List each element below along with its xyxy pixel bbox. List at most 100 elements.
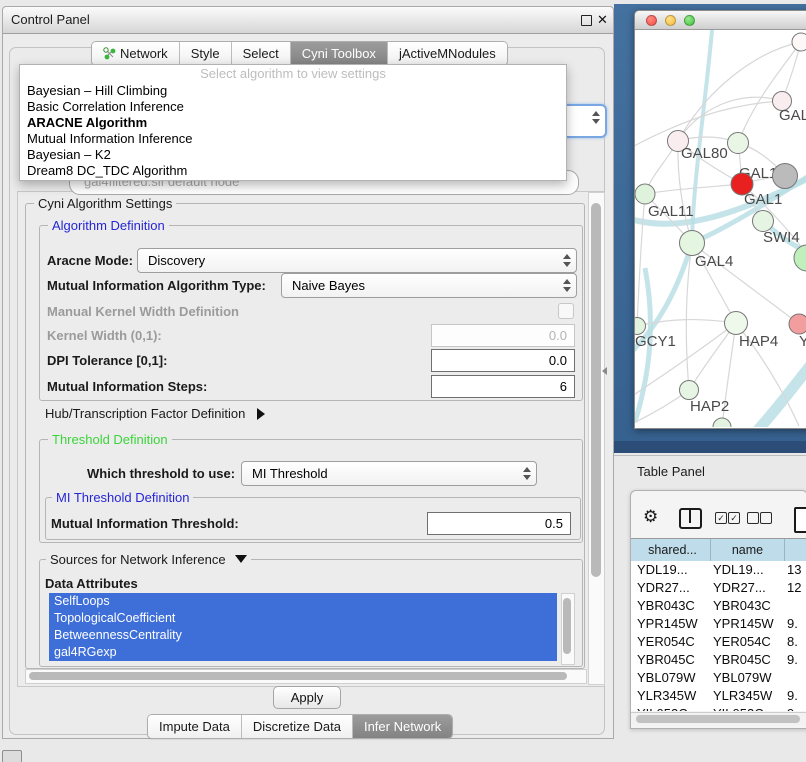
scrollbar-thumb[interactable] (636, 715, 800, 723)
settings-vertical-scrollbar[interactable] (588, 192, 605, 685)
network-icon (103, 47, 116, 60)
aracne-mode-combo[interactable]: Discovery (137, 248, 577, 273)
sources-group-header[interactable]: Sources for Network Inference (46, 552, 251, 567)
table-cell: 9. (787, 615, 798, 633)
deselect-all-checkbox-icon[interactable] (747, 512, 759, 524)
algorithm-option[interactable]: Basic Correlation Inference (20, 99, 566, 115)
network-node-label: Y (799, 333, 806, 350)
algorithm-option[interactable]: Bayesian – Hill Climbing (20, 83, 566, 99)
tab-jactivemnodules[interactable]: jActiveMNodules (388, 42, 507, 65)
minimize-traffic-light-icon[interactable] (665, 15, 676, 26)
control-panel-titlebar[interactable]: Control Panel ✕ (3, 7, 613, 34)
hub-definition-expander[interactable]: Hub/Transcription Factor Definition (45, 406, 265, 421)
network-node-hap2[interactable] (680, 381, 699, 400)
algorithm-option[interactable]: Mutual Information Inference (20, 131, 566, 147)
network-window-titlebar[interactable] (635, 11, 806, 30)
tab-cyni-toolbox[interactable]: Cyni Toolbox (291, 42, 388, 65)
table-row[interactable]: YBL079WYBL079W (631, 669, 806, 687)
settings-horizontal-scrollbar[interactable] (25, 669, 587, 684)
mi-algorithm-type-combo[interactable]: Naive Bayes (281, 273, 577, 298)
select-all-checkbox-icon[interactable]: ✓ (728, 512, 740, 524)
network-node[interactable] (773, 164, 798, 189)
network-canvas[interactable]: GALGAL80GAL10GAL1GAL11SWI4GAL4GCY1HAP4YH… (635, 30, 806, 427)
network-node-y[interactable] (789, 314, 806, 334)
table-panel-title: Table Panel (637, 464, 705, 479)
close-traffic-light-icon[interactable] (646, 15, 657, 26)
gear-icon[interactable]: ⚙ (643, 507, 658, 527)
network-edge[interactable] (747, 352, 806, 427)
select-all-checkbox-icon[interactable]: ✓ (715, 512, 727, 524)
mi-steps-field[interactable]: 6 (431, 375, 575, 398)
columns-icon[interactable] (679, 508, 702, 529)
network-node-label: GCY1 (635, 333, 676, 350)
table-row[interactable]: YDL19...YDL19...13 (631, 561, 806, 579)
float-window-icon[interactable] (581, 15, 592, 26)
table-row[interactable]: YBR043CYBR043C (631, 597, 806, 615)
network-edge[interactable] (738, 42, 801, 143)
data-attributes-label: Data Attributes (45, 576, 138, 591)
network-node[interactable] (713, 418, 731, 427)
tab-label: Network (120, 46, 168, 61)
table-row[interactable]: YIL052CYIL052C9 (631, 705, 806, 711)
network-node-gcy1[interactable] (635, 318, 646, 335)
algorithm-option[interactable]: Bayesian – K2 (20, 147, 566, 163)
deselect-all-checkbox-icon[interactable] (760, 512, 772, 524)
mi-algorithm-type-value: Naive Bayes (292, 274, 365, 297)
tab-network[interactable]: Network (92, 42, 180, 65)
table-cell: YER054C (713, 633, 771, 651)
apply-button[interactable]: Apply (273, 686, 341, 709)
zoom-traffic-light-icon[interactable] (684, 15, 695, 26)
tab-label: Cyni Toolbox (302, 46, 376, 61)
network-edge[interactable] (637, 194, 645, 326)
column-header-shared-name[interactable]: shared... (635, 539, 711, 562)
kernel-width-field[interactable]: 0.0 (431, 324, 575, 347)
which-threshold-combo[interactable]: MI Threshold (241, 461, 537, 486)
tab-infer-network[interactable]: Infer Network (353, 715, 452, 738)
sources-group-title: Sources for Network Inference (50, 552, 226, 567)
table-row[interactable]: YLR345WYLR345W9. (631, 687, 806, 705)
mi-threshold-label: Mutual Information Threshold: (51, 516, 239, 531)
panel-splitter-handle[interactable] (602, 367, 607, 375)
mi-threshold-field[interactable]: 0.5 (427, 512, 571, 535)
dpi-tolerance-field[interactable]: 0.0 (431, 349, 575, 372)
tab-discretize-data[interactable]: Discretize Data (242, 715, 353, 738)
attribute-list-item[interactable]: gal4RGexp (49, 644, 557, 661)
column-header-name[interactable]: name (711, 539, 785, 562)
table-cell: YDL19... (637, 561, 688, 579)
network-node-gal10[interactable] (728, 133, 749, 154)
network-node-label: HAP4 (739, 333, 778, 350)
attribute-list-item[interactable]: SelfLoops (49, 593, 557, 610)
combo-stepper-icon (562, 278, 571, 293)
export-table-icon[interactable] (794, 507, 806, 533)
network-node[interactable] (792, 33, 806, 51)
combo-stepper-icon (522, 466, 531, 481)
network-node-label: GAL (779, 107, 806, 124)
attributes-list-scrollbar[interactable] (561, 593, 575, 665)
table-row[interactable]: YBR045CYBR045C9. (631, 651, 806, 669)
tab-impute-data[interactable]: Impute Data (148, 715, 242, 738)
scrollbar-thumb[interactable] (591, 203, 601, 577)
table-row[interactable]: YER054CYER054C8. (631, 633, 806, 651)
network-edge[interactable] (689, 323, 736, 390)
attribute-list-item[interactable]: BetweennessCentrality (49, 627, 557, 644)
tab-style[interactable]: Style (180, 42, 232, 65)
tab-select[interactable]: Select (232, 42, 291, 65)
network-node-hap4[interactable] (725, 312, 748, 335)
attribute-list-item[interactable]: TopologicalCoefficient (49, 610, 557, 627)
close-window-icon[interactable]: ✕ (597, 11, 608, 29)
hide-panel-button[interactable] (2, 750, 22, 762)
network-node-gal4[interactable] (680, 231, 705, 256)
table-row[interactable]: YDR27...YDR27...12 (631, 579, 806, 597)
algorithm-option[interactable]: Dream8 DC_TDC Algorithm (20, 163, 566, 179)
column-header-partial[interactable] (785, 539, 806, 562)
table-cell: YDL19... (713, 561, 764, 579)
scrollbar-thumb[interactable] (29, 672, 567, 680)
algorithm-option[interactable]: ARACNE Algorithm (20, 115, 566, 131)
table-cell: YIL052C (637, 705, 688, 711)
table-horizontal-scrollbar[interactable] (631, 712, 806, 725)
network-node[interactable] (794, 245, 806, 271)
network-node-gal11[interactable] (635, 184, 655, 204)
scrollbar-thumb[interactable] (563, 598, 571, 654)
table-row[interactable]: YPR145WYPR145W9. (631, 615, 806, 633)
manual-kernel-width-checkbox[interactable] (558, 303, 574, 319)
